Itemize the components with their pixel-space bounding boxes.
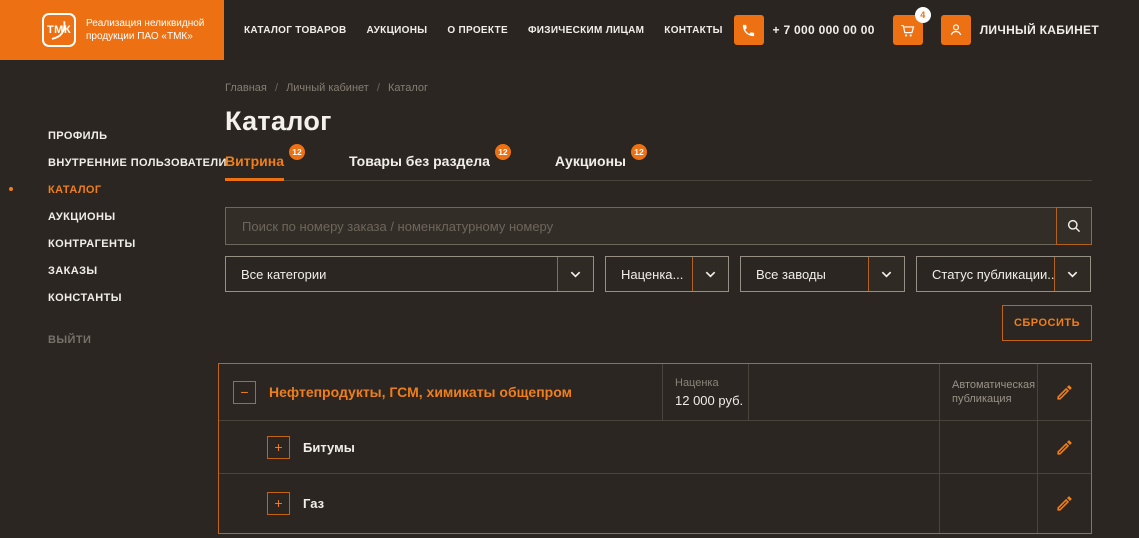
sidebar-item-catalog[interactable]: КАТАЛОГ xyxy=(0,176,218,203)
expand-button[interactable]: + xyxy=(267,492,290,515)
filters: Все категории Наценка... Все заводы Стат… xyxy=(225,256,1139,292)
phone-link[interactable]: + 7 000 000 00 00 xyxy=(733,15,875,45)
breadcrumb-current: Каталог xyxy=(388,82,429,94)
logout-button[interactable]: ВЫЙТИ xyxy=(0,334,218,346)
sidebar: ПРОФИЛЬ ВНУТРЕННИЕ ПОЛЬЗОВАТЕЛИ КАТАЛОГ … xyxy=(0,60,226,534)
filter-publication-status-select[interactable]: Статус публикации... xyxy=(916,256,1091,292)
header-actions: + 7 000 000 00 00 4 ЛИЧНЫЙ КАБИНЕТ xyxy=(733,7,1100,45)
chevron-down-icon[interactable] xyxy=(557,257,593,291)
markup-value: 12 000 руб. xyxy=(675,392,744,408)
sidebar-item-profile[interactable]: ПРОФИЛЬ xyxy=(0,122,218,149)
content-area: Главная / Личный кабинет / Каталог Катал… xyxy=(218,60,1139,534)
table-row-subcategory: + Газ xyxy=(219,473,1091,533)
search-icon xyxy=(1067,219,1081,233)
filter-plants-select[interactable]: Все заводы xyxy=(740,256,905,292)
edit-button[interactable] xyxy=(1051,379,1078,406)
chevron-down-icon[interactable] xyxy=(1054,257,1090,291)
subcategory-name[interactable]: Газ xyxy=(303,496,324,511)
nav-item-contacts[interactable]: КОНТАКТЫ xyxy=(664,25,722,36)
breadcrumb-account[interactable]: Личный кабинет xyxy=(286,82,369,94)
nav-item-individuals[interactable]: ФИЗИЧЕСКИМ ЛИЦАМ xyxy=(528,25,644,36)
user-icon xyxy=(940,15,971,45)
table-row-parent-category: − Нефтепродукты, ГСМ, химикаты общепром … xyxy=(219,364,1091,420)
catalog-table: − Нефтепродукты, ГСМ, химикаты общепром … xyxy=(218,363,1092,534)
page-title: Каталог xyxy=(225,106,332,136)
tab-count-badge: 12 xyxy=(631,144,648,160)
tab-count-badge: 12 xyxy=(494,144,511,160)
breadcrumb-separator: / xyxy=(376,82,380,94)
tmk-logo-icon: ТМК xyxy=(42,13,76,47)
pencil-icon xyxy=(1057,439,1072,455)
nav-item-catalog[interactable]: КАТАЛОГ ТОВАРОВ xyxy=(244,25,347,36)
edit-button[interactable] xyxy=(1051,434,1078,461)
search-bar xyxy=(225,207,1092,245)
reset-filters-button[interactable]: СБРОСИТЬ xyxy=(1002,305,1092,341)
search-input[interactable] xyxy=(225,207,1057,245)
sidebar-item-orders[interactable]: ЗАКАЗЫ xyxy=(0,257,218,284)
nav-item-auctions[interactable]: АУКЦИОНЫ xyxy=(367,25,428,36)
tab-goods-without-section[interactable]: Товары без раздела 12 xyxy=(349,144,511,169)
breadcrumb: Главная / Личный кабинет / Каталог xyxy=(225,82,1139,94)
table-row-subcategory: + Битумы xyxy=(219,420,1091,473)
main-nav: КАТАЛОГ ТОВАРОВ АУКЦИОНЫ О ПРОЕКТЕ ФИЗИЧ… xyxy=(244,25,723,36)
active-item-dot xyxy=(9,187,13,191)
markup-cell: Наценка 12 000 руб. xyxy=(662,364,748,420)
subcategory-name[interactable]: Битумы xyxy=(303,440,355,455)
chevron-down-icon[interactable] xyxy=(868,257,904,291)
sidebar-item-internal-users[interactable]: ВНУТРЕННИЕ ПОЛЬЗОВАТЕЛИ xyxy=(0,149,226,176)
logo-text: ТМК xyxy=(46,24,72,36)
nav-item-about[interactable]: О ПРОЕКТЕ xyxy=(447,25,508,36)
tab-count-badge: 12 xyxy=(288,144,305,160)
account-link[interactable]: ЛИЧНЫЙ КАБИНЕТ xyxy=(940,15,1099,45)
top-header: ТМК Реализация неликвидной продукции ПАО… xyxy=(0,0,1139,60)
auto-publication-cell xyxy=(939,474,1037,533)
cart-count-badge: 4 xyxy=(914,7,931,23)
edit-button[interactable] xyxy=(1051,490,1078,517)
auto-publication-cell xyxy=(939,421,1037,473)
spacer-cell xyxy=(748,364,939,420)
account-label: ЛИЧНЫЙ КАБИНЕТ xyxy=(979,23,1099,37)
pencil-icon xyxy=(1057,384,1072,400)
auto-publication-cell: Автоматическая публикация xyxy=(939,364,1037,420)
tabs: Витрина 12 Товары без раздела 12 Аукцион… xyxy=(225,144,1092,181)
collapse-button[interactable]: − xyxy=(233,380,256,404)
filter-categories-select[interactable]: Все категории xyxy=(225,256,594,292)
tab-auctions[interactable]: Аукционы 12 xyxy=(555,144,648,169)
brand-logo[interactable]: ТМК Реализация неликвидной продукции ПАО… xyxy=(0,0,224,60)
breadcrumb-separator: / xyxy=(274,82,278,94)
sidebar-item-constants[interactable]: КОНСТАНТЫ xyxy=(0,284,218,311)
phone-icon xyxy=(733,15,764,45)
brand-tagline: Реализация неликвидной продукции ПАО «ТМ… xyxy=(86,17,205,43)
sidebar-item-counterparties[interactable]: КОНТРАГЕНТЫ xyxy=(0,230,218,257)
chevron-down-icon[interactable] xyxy=(692,257,728,291)
breadcrumb-home[interactable]: Главная xyxy=(225,82,267,94)
expand-button[interactable]: + xyxy=(267,435,290,459)
phone-number: + 7 000 000 00 00 xyxy=(772,23,875,37)
sidebar-item-auctions[interactable]: АУКЦИОНЫ xyxy=(0,203,218,230)
markup-label: Наценка xyxy=(675,376,719,389)
tab-vitrina[interactable]: Витрина 12 xyxy=(225,144,305,181)
category-name[interactable]: Нефтепродукты, ГСМ, химикаты общепром xyxy=(269,384,572,400)
search-button[interactable] xyxy=(1056,207,1092,245)
cart-button[interactable]: 4 xyxy=(892,7,931,45)
pencil-icon xyxy=(1057,496,1072,511)
filter-markup-select[interactable]: Наценка... xyxy=(605,256,729,292)
